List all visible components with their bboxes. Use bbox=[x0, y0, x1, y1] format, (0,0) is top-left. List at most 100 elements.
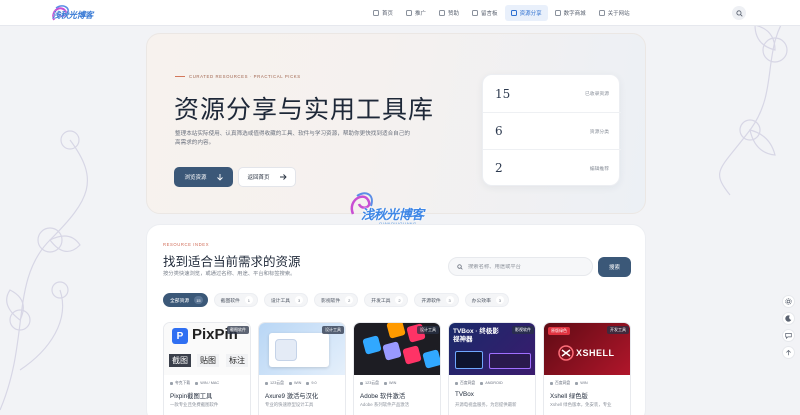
arrow-down-icon bbox=[216, 173, 223, 181]
category-badge: 截图软件 bbox=[227, 326, 249, 334]
header-search-button[interactable] bbox=[732, 6, 746, 20]
stat-resources: 15 已收录资源 bbox=[483, 75, 621, 112]
meta-source: 百度网盘 bbox=[455, 381, 475, 386]
card-description: 专业的快速原型设计工具 bbox=[265, 402, 314, 407]
filter-count: 15 bbox=[194, 296, 203, 304]
filter-opensource[interactable]: 开源软件 3 bbox=[414, 293, 459, 307]
megaphone-icon bbox=[406, 10, 413, 16]
nav-item-sponsor[interactable]: 赞助 bbox=[433, 5, 465, 21]
card-title: Axure9 激活与汉化 bbox=[265, 393, 319, 400]
card-meta: 夸克下载 WIN / MAC bbox=[170, 381, 219, 386]
up-arrow-icon bbox=[786, 349, 791, 356]
hero-title: 资源分享与实用工具库 bbox=[174, 95, 435, 124]
back-home-button[interactable]: 返回首页 bbox=[238, 167, 296, 187]
thumb-key: 标注 bbox=[226, 354, 248, 367]
filter-label: 开源软件 bbox=[421, 298, 441, 304]
filter-dev[interactable]: 开发工具 2 bbox=[364, 293, 409, 307]
filter-count: 1 bbox=[244, 296, 253, 304]
stat-categories: 6 资源分类 bbox=[483, 112, 621, 149]
nav-label: 首页 bbox=[382, 11, 394, 17]
resource-card-adobe[interactable]: 设计工具 123云盘 WIN Adobe 软件激活 Adobe 系列软件产品激活 bbox=[353, 322, 441, 415]
resource-search-button[interactable]: 搜索 bbox=[598, 257, 631, 277]
settings-button[interactable] bbox=[782, 295, 795, 308]
photoshop-icon bbox=[362, 335, 382, 355]
chat-icon bbox=[472, 10, 479, 16]
back-to-top-button[interactable] bbox=[782, 346, 795, 359]
card-description: 一款专业且免费截图软件 bbox=[170, 402, 219, 407]
theme-toggle-button[interactable] bbox=[782, 312, 795, 325]
eyebrow-dash bbox=[175, 76, 185, 77]
card-description: 开源电视盒服务，为您提供最新 bbox=[455, 402, 517, 407]
nav-item-guestbook[interactable]: 留言板 bbox=[466, 5, 504, 21]
card-title: Pixpin截图工具 bbox=[170, 393, 213, 400]
filter-label: 全部资源 bbox=[170, 298, 190, 304]
card-meta: 百度网盘 WIN bbox=[550, 381, 588, 386]
filter-label: 办公效率 bbox=[471, 298, 491, 304]
stat-label: 已收录资源 bbox=[585, 92, 609, 97]
meta-source: 123云盘 bbox=[360, 381, 379, 386]
card-title: Xshell 绿色版 bbox=[550, 393, 588, 400]
resource-card-xshell[interactable]: 原版绿色 XSHELL 开发工具 百度网盘 WIN Xshell 绿色版 Xsh… bbox=[543, 322, 631, 415]
resources-section: RESOURCE INDEX 找到适合当前需求的资源 按分类快速浏览，或通过名称… bbox=[146, 224, 646, 415]
home-icon bbox=[373, 10, 379, 16]
tv-screen-graphic bbox=[455, 351, 483, 369]
card-title: Adobe 软件激活 bbox=[360, 393, 406, 400]
moon-icon bbox=[785, 315, 792, 322]
meta-platform: WIN bbox=[384, 381, 396, 386]
site-logo[interactable]: 浅秋光博客 bbox=[48, 2, 98, 24]
resources-subtitle: 按分类快速浏览，或通过名称、用途、平台和标签搜索。 bbox=[163, 271, 296, 277]
category-badge: 设计工具 bbox=[322, 326, 344, 334]
floating-toolbar bbox=[782, 295, 796, 359]
resource-card-axure[interactable]: 设计工具 123云盘 WIN 9.0 Axure9 激活与汉化 专业的快速原型设… bbox=[258, 322, 346, 415]
button-label: 返回首页 bbox=[247, 175, 270, 181]
meta-version: 9.0 bbox=[306, 381, 316, 386]
stat-editor-picks: 2 编辑推荐 bbox=[483, 149, 621, 186]
search-icon bbox=[735, 9, 743, 17]
cart-icon bbox=[554, 10, 561, 16]
filter-all[interactable]: 全部资源 15 bbox=[163, 293, 208, 307]
info-icon bbox=[598, 10, 605, 16]
filter-count: 2 bbox=[345, 296, 354, 304]
filter-video[interactable]: 影视软件 2 bbox=[314, 293, 359, 307]
filter-count: 3 bbox=[495, 296, 504, 304]
category-badge: 开发工具 bbox=[607, 326, 629, 334]
filter-count: 2 bbox=[395, 296, 404, 304]
nav-item-home[interactable]: 首页 bbox=[367, 5, 399, 21]
pixpin-logo-icon: P bbox=[172, 328, 188, 344]
illustrator-icon bbox=[386, 323, 406, 339]
filter-label: 设计工具 bbox=[270, 298, 291, 304]
filter-design[interactable]: 设计工具 3 bbox=[263, 293, 309, 307]
nav-item-about[interactable]: 关于网站 bbox=[593, 5, 636, 21]
card-thumbnail: P PixPin 截图 贴图 标注 截图软件 bbox=[164, 323, 250, 375]
filter-count: 3 bbox=[295, 296, 304, 304]
resource-card-tvbox[interactable]: TVBox · 终极影视神器 影视软件 百度网盘 ANDROID TVBox 开… bbox=[448, 322, 536, 415]
browse-resources-button[interactable]: 浏览资源 bbox=[174, 167, 233, 187]
nav-item-shop[interactable]: 数字商城 bbox=[549, 5, 592, 21]
nav-label: 赞助 bbox=[448, 11, 460, 17]
nav-item-resources[interactable]: 资源分享 bbox=[504, 5, 548, 21]
hero-eyebrow-text: CURATED RESOURCES · PRACTICAL PICKS bbox=[189, 74, 301, 79]
thumb-key: 截图 bbox=[169, 354, 191, 367]
card-thumbnail: 原版绿色 XSHELL 开发工具 bbox=[544, 323, 630, 375]
floral-decoration-right bbox=[719, 9, 791, 196]
thumb-title: XSHELL bbox=[576, 348, 615, 358]
filter-office[interactable]: 办公效率 3 bbox=[464, 293, 509, 307]
thumb-title: TVBox · 终极影视神器 bbox=[453, 328, 499, 343]
filter-count: 3 bbox=[445, 296, 454, 304]
comment-button[interactable] bbox=[782, 329, 795, 342]
tv-screen-graphic-2 bbox=[489, 353, 531, 369]
card-meta: 百度网盘 ANDROID bbox=[455, 381, 503, 386]
resource-card-pixpin[interactable]: P PixPin 截图 贴图 标注 截图软件 夸克下载 WIN / MAC Pi… bbox=[163, 322, 251, 415]
nav-label: 关于网站 bbox=[607, 11, 630, 17]
logo-text: 浅秋光博客 bbox=[52, 11, 94, 21]
nav-item-promotion[interactable]: 推广 bbox=[400, 5, 432, 21]
resource-search-input[interactable] bbox=[468, 263, 588, 270]
resource-card-list: P PixPin 截图 贴图 标注 截图软件 夸克下载 WIN / MAC Pi… bbox=[163, 322, 631, 415]
stats-panel: 15 已收录资源 6 资源分类 2 编辑推荐 bbox=[482, 74, 621, 186]
comment-icon bbox=[785, 333, 792, 339]
meta-source: 夸克下载 bbox=[170, 381, 190, 386]
resources-eyebrow: RESOURCE INDEX bbox=[163, 242, 210, 247]
filter-label: 影视软件 bbox=[321, 298, 341, 304]
nav-label: 资源分享 bbox=[519, 11, 542, 17]
filter-screenshot[interactable]: 截图软件 1 bbox=[213, 293, 258, 307]
